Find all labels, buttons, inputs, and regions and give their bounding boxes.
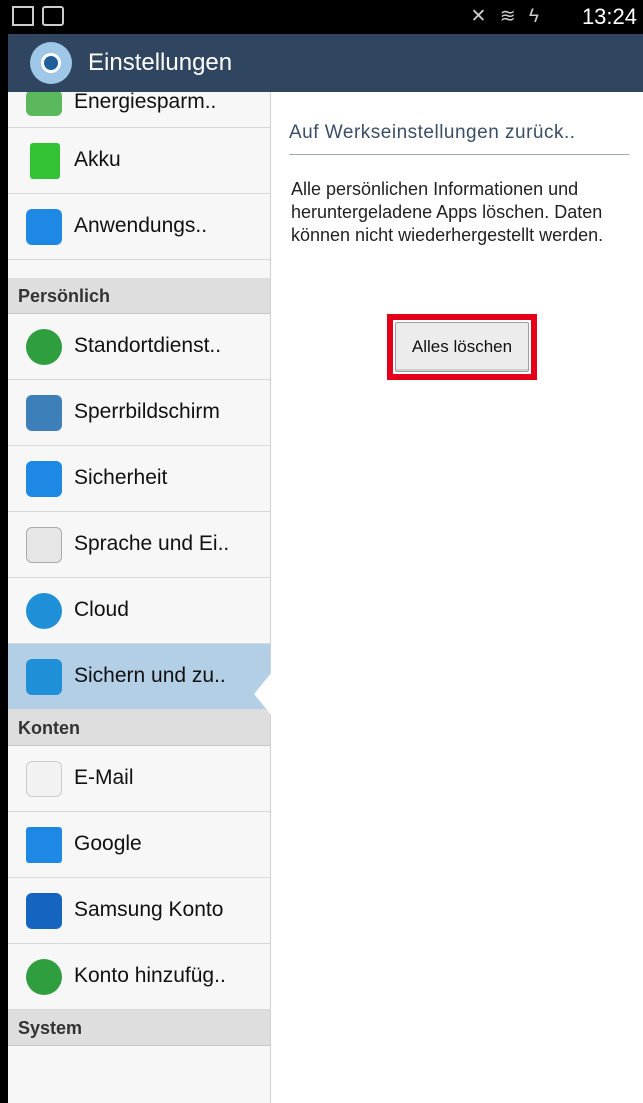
screen-edge [0, 0, 8, 1103]
list-item-konto-hinzufuegen[interactable]: Konto hinzufüg.. [8, 944, 270, 1010]
screen: ✕ ≋ ϟ 13:24 Einstellungen Energiesparm..… [0, 0, 643, 1103]
status-icons: ✕ ≋ ϟ [470, 6, 543, 27]
section-header-persoenlich: Persönlich [8, 278, 270, 314]
selection-pointer [254, 672, 272, 716]
section-header-konten: Konten [8, 710, 270, 746]
detail-description: Alle persönlichen Informationen und heru… [291, 179, 604, 245]
list-item-sichern-und-zuruecksetzen[interactable]: Sichern und zu.. [8, 644, 270, 710]
list-item-samsung-konto[interactable]: Samsung Konto [8, 878, 270, 944]
action-bar: Einstellungen [8, 34, 643, 92]
google-icon [26, 827, 62, 863]
location-icon [26, 329, 62, 365]
list-item-akku[interactable]: Akku [8, 128, 270, 194]
list-item-sicherheit[interactable]: Sicherheit [8, 446, 270, 512]
list-item-standortdienste[interactable]: Standortdienst.. [8, 314, 270, 380]
picture-notification-icon [12, 6, 34, 26]
clock: 13:24 [581, 4, 637, 29]
add-account-icon [26, 959, 62, 995]
delete-all-button[interactable]: Alles löschen [395, 322, 529, 372]
list-item-sprache[interactable]: Sprache und Ei.. [8, 512, 270, 578]
list-item-energiesparmodus[interactable]: Energiesparm.. [8, 92, 270, 128]
email-icon [26, 761, 62, 797]
apps-grid-icon [26, 209, 62, 245]
detail-title: Auf Werkseinstellungen zurück.. [289, 122, 576, 143]
samsung-account-icon [26, 893, 62, 929]
settings-gear-icon[interactable] [30, 42, 72, 84]
lockscreen-icon [26, 395, 62, 431]
list-item-sperrbildschirm[interactable]: Sperrbildschirm [8, 380, 270, 446]
cloud-icon [26, 593, 62, 629]
list-item-google[interactable]: Google [8, 812, 270, 878]
settings-category-list[interactable]: Energiesparm.. Akku Anwendungs.. Persönl… [8, 92, 271, 1103]
keyboard-a-icon [26, 527, 62, 563]
list-item-cloud[interactable]: Cloud [8, 578, 270, 644]
battery-icon [30, 143, 60, 179]
backup-restore-icon [26, 659, 62, 695]
section-header-system: System [8, 1010, 270, 1046]
detail-pane: Auf Werkseinstellungen zurück.. Alle per… [271, 92, 643, 1103]
energy-saving-icon [26, 92, 62, 116]
app-title: Einstellungen [88, 49, 233, 76]
title-divider [289, 154, 629, 155]
padlock-icon [26, 461, 62, 497]
screenshot-notification-icon [42, 6, 64, 26]
list-item-email[interactable]: E-Mail [8, 746, 270, 812]
status-bar: ✕ ≋ ϟ 13:24 [0, 0, 643, 34]
list-item-anwendungsmanager[interactable]: Anwendungs.. [8, 194, 270, 260]
